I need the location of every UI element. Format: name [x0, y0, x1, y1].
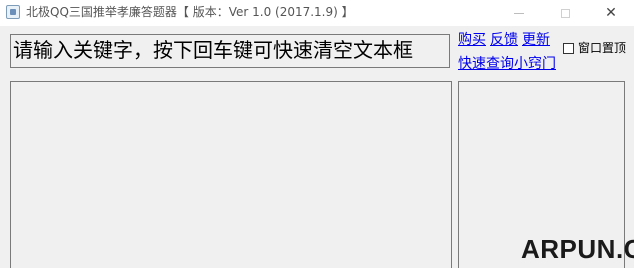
pin-window-label: 窗口置顶 — [578, 41, 627, 55]
quick-query-tips-link[interactable]: 快速查询小窍门 — [458, 55, 556, 73]
window-title: 北极QQ三国推举孝廉答题器【 版本：Ver 1.0 (2017.1.9) 】 — [26, 5, 354, 19]
close-icon: ✕ — [605, 5, 617, 21]
result-list[interactable] — [10, 81, 452, 268]
watermark-text: ARPUN.COM — [521, 234, 634, 264]
maximize-icon — [560, 8, 570, 18]
minimize-button[interactable] — [496, 0, 542, 26]
buy-link[interactable]: 购买 — [458, 31, 486, 49]
app-icon — [6, 5, 20, 19]
minimize-icon — [514, 12, 524, 14]
update-link[interactable]: 更新 — [522, 31, 550, 49]
feedback-link[interactable]: 反馈 — [490, 31, 518, 49]
title-bar: 北极QQ三国推举孝廉答题器【 版本：Ver 1.0 (2017.1.9) 】 ✕ — [0, 0, 634, 26]
maximize-button[interactable] — [542, 0, 588, 26]
pin-window-option[interactable]: 窗口置顶 — [563, 41, 626, 55]
close-button[interactable]: ✕ — [588, 0, 634, 26]
pin-window-checkbox[interactable] — [563, 42, 574, 54]
keyword-input[interactable]: 请输入关键字，按下回车键可快速清空文本框 — [10, 34, 450, 68]
